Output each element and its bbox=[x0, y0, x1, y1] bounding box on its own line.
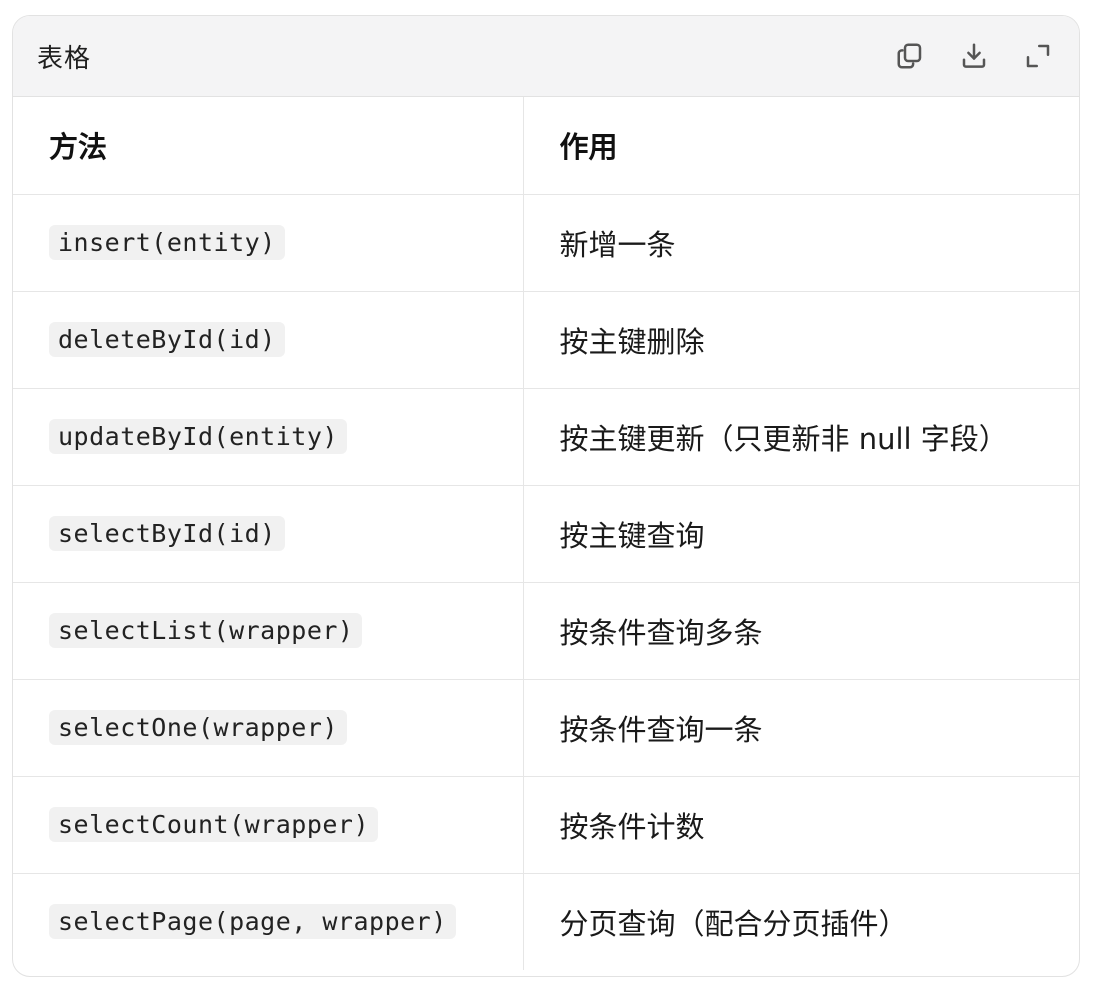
table-row: selectById(id) 按主键查询 bbox=[13, 485, 1079, 583]
method-cell: selectOne(wrapper) bbox=[13, 679, 524, 777]
purpose-cell: 按主键更新（只更新非 null 字段） bbox=[523, 388, 1079, 486]
table-row: selectPage(page, wrapper) 分页查询（配合分页插件） bbox=[13, 873, 1079, 970]
card-title: 表格 bbox=[37, 43, 92, 74]
purpose-cell: 按条件查询多条 bbox=[523, 582, 1079, 680]
purpose-cell: 按主键查询 bbox=[523, 485, 1079, 583]
column-header-method: 方法 bbox=[13, 97, 524, 195]
header-actions bbox=[893, 39, 1055, 73]
table-card: 表格 方法 作用 insert(entity) 新增一条 deleteById(… bbox=[12, 15, 1080, 977]
method-code: selectList(wrapper) bbox=[49, 613, 363, 648]
method-cell: selectCount(wrapper) bbox=[13, 776, 524, 874]
method-code: updateById(entity) bbox=[49, 419, 347, 454]
method-code: selectCount(wrapper) bbox=[49, 807, 379, 842]
method-cell: insert(entity) bbox=[13, 194, 524, 292]
method-cell: deleteById(id) bbox=[13, 291, 524, 389]
purpose-cell: 分页查询（配合分页插件） bbox=[559, 906, 908, 941]
methods-table: 方法 作用 insert(entity) 新增一条 deleteById(id)… bbox=[13, 97, 1079, 970]
table-header-row: 方法 作用 bbox=[13, 97, 1079, 195]
purpose-cell: 新增一条 bbox=[523, 194, 1079, 292]
purpose-cell: 按条件查询一条 bbox=[523, 679, 1079, 777]
download-icon bbox=[962, 43, 986, 68]
table-row: deleteById(id) 按主键删除 bbox=[13, 291, 1079, 389]
copy-icon bbox=[897, 43, 922, 69]
table-row: selectList(wrapper) 按条件查询多条 bbox=[13, 582, 1079, 680]
method-cell: selectById(id) bbox=[13, 485, 524, 583]
method-code: deleteById(id) bbox=[49, 322, 285, 357]
expand-button[interactable] bbox=[1021, 39, 1055, 73]
download-button[interactable] bbox=[957, 39, 991, 73]
table-row: selectOne(wrapper) 按条件查询一条 bbox=[13, 679, 1079, 777]
expand-icon bbox=[1026, 44, 1050, 68]
method-code: selectOne(wrapper) bbox=[49, 710, 347, 745]
method-code: selectPage(page, wrapper) bbox=[49, 904, 456, 940]
table-row: insert(entity) 新增一条 bbox=[13, 194, 1079, 292]
copy-button[interactable] bbox=[893, 39, 927, 73]
method-cell: updateById(entity) bbox=[13, 388, 524, 486]
purpose-cell: 按主键删除 bbox=[523, 291, 1079, 389]
method-cell: selectList(wrapper) bbox=[13, 582, 524, 680]
table-row: updateById(entity) 按主键更新（只更新非 null 字段） bbox=[13, 388, 1079, 486]
purpose-cell: 按条件计数 bbox=[523, 776, 1079, 874]
method-code: insert(entity) bbox=[49, 225, 285, 260]
column-header-purpose: 作用 bbox=[523, 97, 1079, 195]
card-header: 表格 bbox=[13, 16, 1079, 97]
method-cell: selectPage(page, wrapper) bbox=[13, 873, 524, 970]
method-code: selectById(id) bbox=[49, 516, 285, 551]
table-row: selectCount(wrapper) 按条件计数 bbox=[13, 776, 1079, 874]
